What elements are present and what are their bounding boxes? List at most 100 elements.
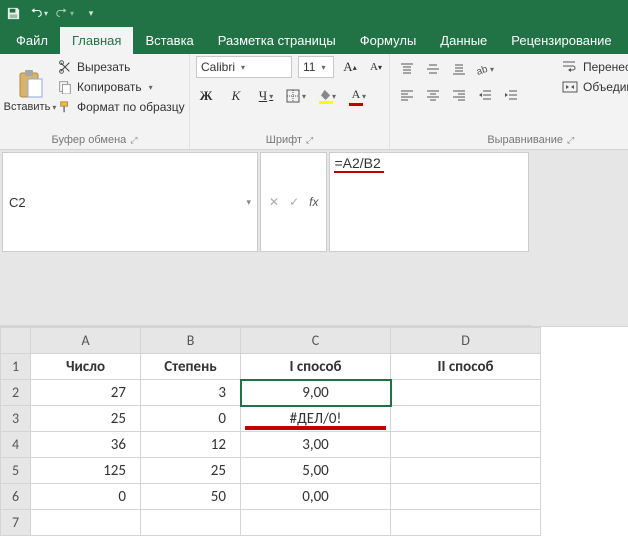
cell[interactable]: II способ (391, 354, 541, 380)
font-name-select[interactable]: Calibri▾ (196, 56, 292, 78)
chevron-down-icon[interactable]: ▾ (246, 197, 251, 208)
align-bottom-icon[interactable] (448, 58, 470, 80)
format-painter-button[interactable]: Формат по образцу (54, 98, 189, 116)
italic-button[interactable]: К (226, 86, 246, 106)
font-color-button[interactable]: A▾ (346, 86, 366, 106)
tab-formulas[interactable]: Формулы (348, 27, 429, 54)
cell[interactable]: Степень (141, 354, 241, 380)
qat-customize-icon[interactable]: ▾ (82, 4, 100, 22)
cell-error[interactable]: #ДЕЛ/0! (241, 406, 391, 432)
col-header[interactable]: A (31, 328, 141, 354)
cell[interactable] (391, 432, 541, 458)
cell[interactable]: I способ (241, 354, 391, 380)
col-header[interactable]: B (141, 328, 241, 354)
cancel-formula-icon[interactable]: ✕ (269, 195, 279, 209)
wrap-text-icon (562, 60, 578, 74)
copy-button[interactable]: Копировать▾ (54, 78, 189, 96)
tab-review[interactable]: Рецензирование (499, 27, 623, 54)
align-left-icon[interactable] (396, 84, 418, 106)
cell[interactable]: 0 (31, 484, 141, 510)
save-icon[interactable] (4, 4, 22, 22)
enter-formula-icon[interactable]: ✓ (289, 195, 299, 209)
merge-center-label: Объединить и (583, 80, 628, 94)
decrease-indent-icon[interactable] (474, 84, 496, 106)
cell[interactable]: 0,00 (241, 484, 391, 510)
row-header[interactable]: 5 (1, 458, 31, 484)
cell[interactable]: 36 (31, 432, 141, 458)
cell[interactable]: 0 (141, 406, 241, 432)
formula-input[interactable]: =A2/B2 (329, 152, 529, 252)
cell[interactable] (391, 458, 541, 484)
tab-insert[interactable]: Вставка (133, 27, 205, 54)
font-name-value: Calibri (201, 60, 235, 74)
cell[interactable] (31, 510, 141, 536)
increase-indent-icon[interactable] (500, 84, 522, 106)
ribbon-tabs: Файл Главная Вставка Разметка страницы Ф… (0, 26, 628, 54)
cell[interactable]: 25 (141, 458, 241, 484)
copy-label: Копировать (77, 80, 142, 94)
tab-home[interactable]: Главная (60, 27, 133, 54)
cell[interactable] (391, 484, 541, 510)
worksheet[interactable]: A B C D 1 Число Степень I способ II спос… (0, 327, 628, 536)
row-header[interactable]: 6 (1, 484, 31, 510)
align-middle-icon[interactable] (422, 58, 444, 80)
group-clipboard: Вставить▾ Вырезать Копировать▾ Формат по… (0, 54, 190, 149)
cell[interactable]: 5,00 (241, 458, 391, 484)
cell[interactable] (391, 380, 541, 406)
cell[interactable]: 3,00 (241, 432, 391, 458)
redo-icon[interactable]: ▾ (56, 4, 74, 22)
cell[interactable]: 12 (141, 432, 241, 458)
cell[interactable] (241, 510, 391, 536)
row-header[interactable]: 4 (1, 432, 31, 458)
cell[interactable] (141, 510, 241, 536)
name-box-value: C2 (9, 195, 26, 210)
orientation-icon[interactable]: ab▾ (474, 58, 496, 80)
cut-button[interactable]: Вырезать (54, 58, 189, 76)
decrease-font-icon[interactable]: A▾ (366, 57, 386, 77)
cell[interactable]: 27 (31, 380, 141, 406)
merge-center-button[interactable]: Объединить и (558, 78, 628, 96)
dialog-launcher-icon[interactable]: ⤢ (130, 135, 137, 146)
increase-font-icon[interactable]: A▴ (340, 57, 360, 77)
cell[interactable]: Число (31, 354, 141, 380)
col-header[interactable]: D (391, 328, 541, 354)
bold-button[interactable]: Ж (196, 86, 216, 106)
svg-text:ab: ab (476, 64, 490, 76)
wrap-text-label: Перенести те (583, 60, 628, 74)
borders-button[interactable]: ▾ (286, 86, 306, 106)
wrap-text-button[interactable]: Перенести те (558, 58, 628, 76)
undo-icon[interactable]: ▾ (30, 4, 48, 22)
cell[interactable] (391, 510, 541, 536)
cell[interactable]: 50 (141, 484, 241, 510)
row-header[interactable]: 2 (1, 380, 31, 406)
align-top-icon[interactable] (396, 58, 418, 80)
cell[interactable]: 25 (31, 406, 141, 432)
col-header[interactable]: C (241, 328, 391, 354)
align-right-icon[interactable] (448, 84, 470, 106)
paste-button[interactable]: Вставить▾ (6, 56, 54, 126)
cell[interactable] (391, 406, 541, 432)
dialog-launcher-icon[interactable]: ⤢ (306, 135, 313, 146)
group-alignment-label: Выравнивание (487, 134, 563, 146)
dialog-launcher-icon[interactable]: ⤢ (567, 135, 574, 146)
group-font: Calibri▾ 11▾ A▴ A▾ Ж К Ч▾ ▾ ▾ A▾ Шрифт⤢ (190, 54, 390, 149)
brush-icon (58, 100, 72, 114)
font-size-select[interactable]: 11▾ (298, 56, 334, 78)
cell[interactable]: 125 (31, 458, 141, 484)
underline-button[interactable]: Ч▾ (256, 86, 276, 106)
tab-pagelayout[interactable]: Разметка страницы (206, 27, 348, 54)
paste-label: Вставить (4, 101, 51, 113)
fx-icon[interactable]: fx (309, 195, 318, 209)
name-box[interactable]: C2 ▾ (2, 152, 258, 252)
row-header[interactable]: 1 (1, 354, 31, 380)
cell-selected[interactable]: 9,00 (241, 380, 391, 406)
align-center-icon[interactable] (422, 84, 444, 106)
tab-data[interactable]: Данные (428, 27, 499, 54)
row-header[interactable]: 7 (1, 510, 31, 536)
tab-file[interactable]: Файл (4, 27, 60, 54)
row-header[interactable]: 3 (1, 406, 31, 432)
cut-label: Вырезать (77, 60, 130, 74)
fill-color-button[interactable]: ▾ (316, 86, 336, 106)
select-all-corner[interactable] (1, 328, 31, 354)
cell[interactable]: 3 (141, 380, 241, 406)
